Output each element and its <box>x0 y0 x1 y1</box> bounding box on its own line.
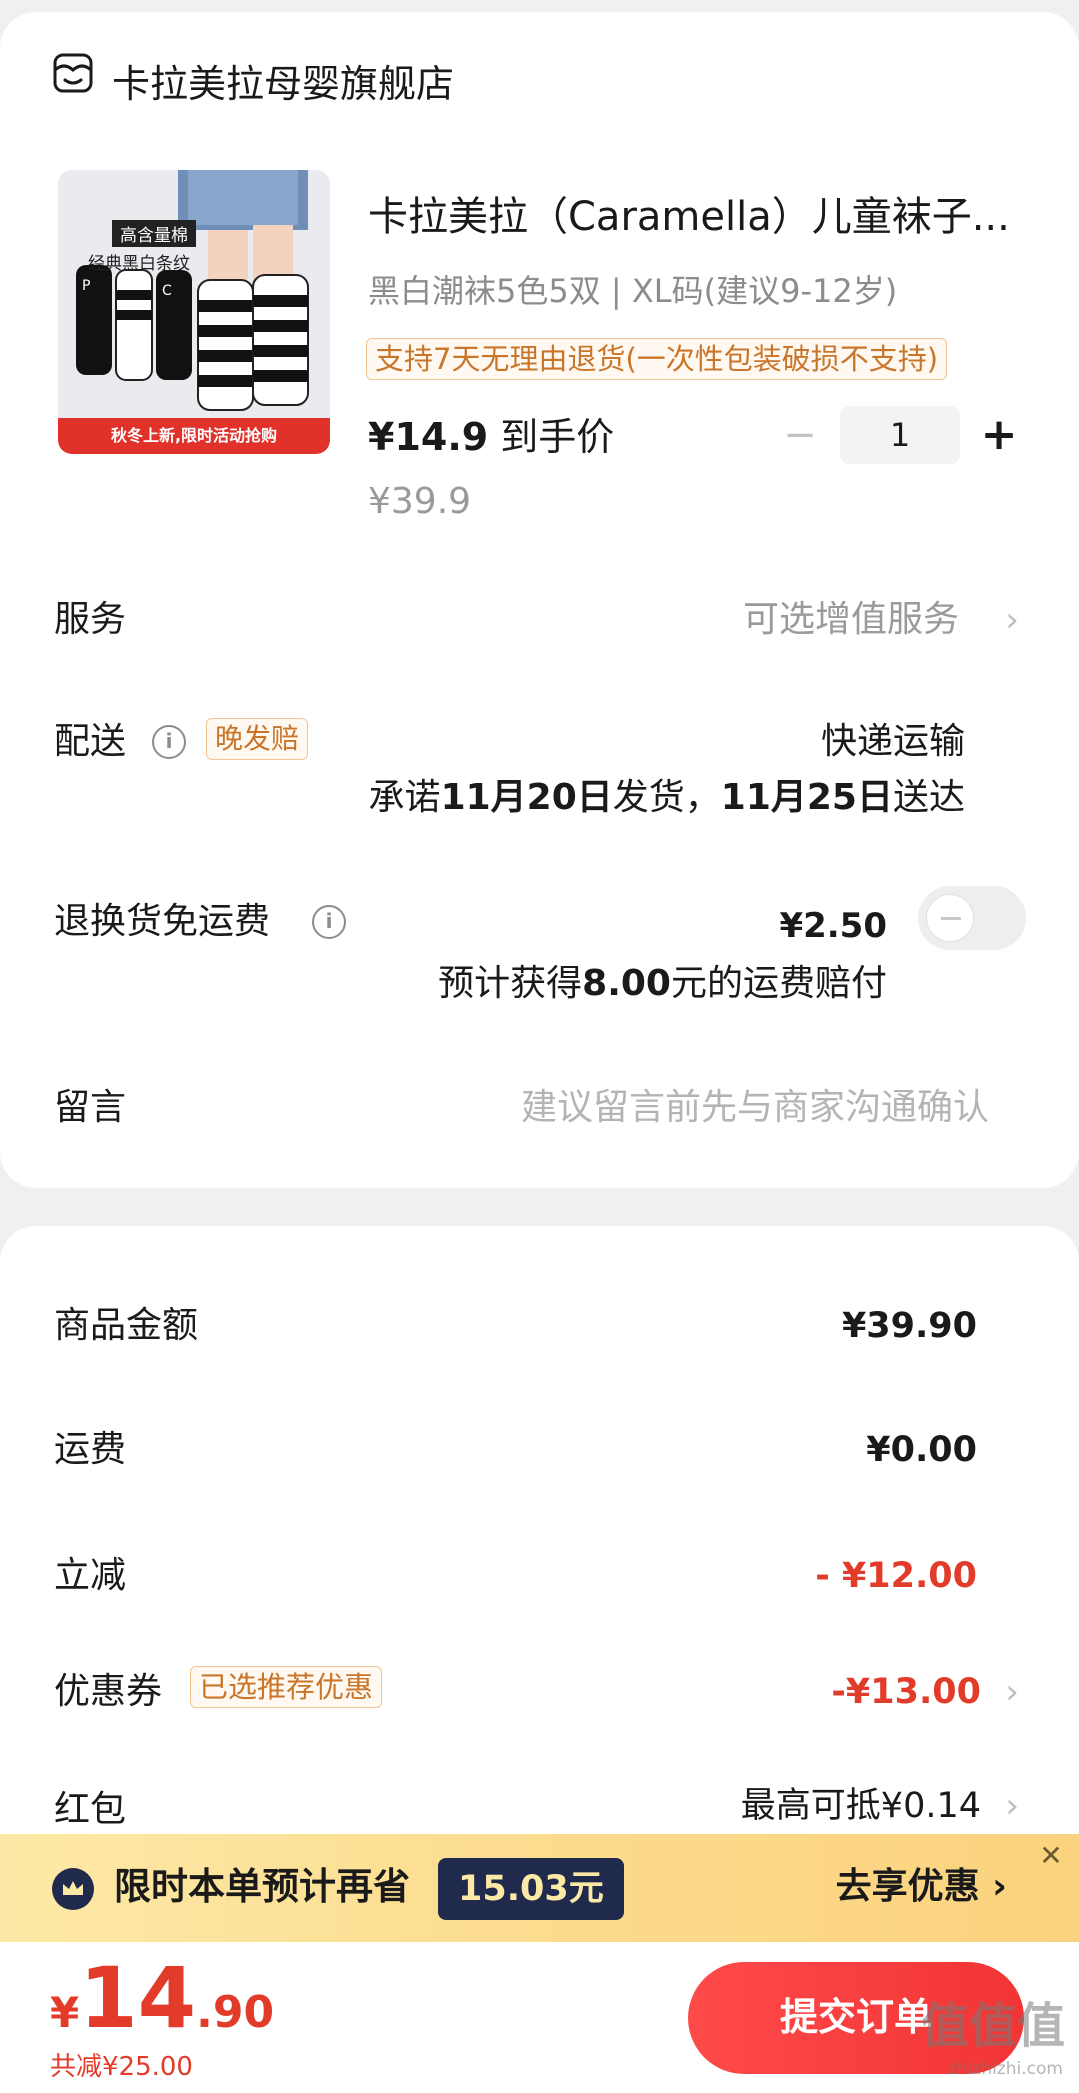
socks-illustration: P C <box>58 170 330 454</box>
total-currency: ¥ <box>50 1988 80 2037</box>
shop-name[interactable]: 卡拉美拉母婴旗舰店 <box>112 60 454 108</box>
product-image[interactable]: P C 高含量棉 经典黑白条纹 秋冬上新,限时活动抢购 <box>58 170 330 454</box>
shipping-method: 快递运输 <box>820 721 965 762</box>
promo-cta-label: 去享优惠 <box>835 1866 980 1907</box>
ship-date: 11月20日 <box>440 777 613 818</box>
promo-text: 限时本单预计再省 <box>114 1865 410 1908</box>
red-packet-value[interactable]: 最高可抵¥0.14 <box>741 1782 981 1830</box>
goods-amount-label: 商品金额 <box>54 1305 199 1346</box>
watermark: 值值值 <box>920 1998 1065 2054</box>
price-row: ¥14.9 到手价 <box>368 412 614 462</box>
order-item-card: 卡拉美拉母婴旗舰店 P C 高含量棉 经典黑白条纹 秋冬上新,限时活动抢购 卡拉… <box>0 12 1079 1188</box>
chevron-right-icon[interactable]: › <box>1005 1782 1019 1830</box>
svg-text:P: P <box>82 278 90 294</box>
close-icon[interactable]: ✕ <box>1029 1834 1073 1878</box>
coupon-badge: 已选推荐优惠 <box>190 1666 383 1708</box>
shipping-fee-label: 运费 <box>54 1429 127 1470</box>
return-shipping-price: ¥2.50 <box>779 906 887 946</box>
toggle-knob <box>926 894 974 942</box>
image-tag-1: 高含量棉 <box>112 220 196 247</box>
promise-suffix: 送达 <box>892 777 965 818</box>
total-price: ¥14.90 <box>50 1950 274 2046</box>
shipping-promise: 承诺11月20日发货，11月25日送达 <box>369 774 965 822</box>
comp-prefix: 预计获得 <box>438 963 583 1004</box>
original-price: ¥39.9 <box>368 481 472 522</box>
price-suffix: 到手价 <box>500 415 615 459</box>
image-tag: 高含量棉 经典黑白条纹 <box>88 220 196 274</box>
product-price: ¥14.9 <box>368 415 489 459</box>
return-policy-badge: 支持7天无理由退货(一次性包装破损不支持) <box>366 338 948 380</box>
total-saved: 共减¥25.00 <box>50 2052 193 2082</box>
instant-discount-value: - ¥12.00 <box>815 1556 977 1596</box>
service-label: 服务 <box>54 599 127 640</box>
watermark-sub: zhizhizhi.com <box>948 2059 1063 2079</box>
promo-amount: 15.03元 <box>438 1858 624 1920</box>
shop-icon <box>53 53 93 93</box>
total-decimal: .90 <box>196 1987 275 2038</box>
total-integer: 14 <box>79 1949 197 2047</box>
checkout-bar: ¥14.90 共减¥25.00 提交订单 值值值 zhizhizhi.com <box>0 1942 1079 2093</box>
chevron-right-icon[interactable]: › <box>1005 1668 1019 1716</box>
service-value[interactable]: 可选增值服务 <box>743 596 959 644</box>
info-icon[interactable]: i <box>312 905 346 939</box>
message-label: 留言 <box>54 1087 127 1128</box>
shipping-fee-value: ¥0.00 <box>866 1430 977 1470</box>
coupon-value[interactable]: -¥13.00 <box>831 1668 981 1716</box>
promise-mid: 发货， <box>612 777 721 818</box>
chevron-right-icon: › <box>992 1866 1007 1907</box>
comp-suffix: 元的运费赔付 <box>670 963 887 1004</box>
promise-prefix: 承诺 <box>368 777 441 818</box>
return-shipping-toggle[interactable] <box>918 886 1026 950</box>
red-packet-label: 红包 <box>54 1789 127 1830</box>
svg-text:C: C <box>162 283 172 299</box>
comp-amount: 8.00 <box>582 963 671 1004</box>
instant-discount-label: 立减 <box>54 1555 127 1596</box>
late-compensation-badge: 晚发赔 <box>206 718 309 760</box>
quantity-decrease-button[interactable]: − <box>780 410 820 460</box>
chevron-right-icon[interactable]: › <box>1005 596 1019 644</box>
product-spec[interactable]: 黑白潮袜5色5双 | XL码(建议9-12岁) <box>368 270 897 312</box>
image-tag-2: 经典黑白条纹 <box>88 254 190 274</box>
crown-icon <box>52 1868 94 1910</box>
return-compensation: 预计获得8.00元的运费赔付 <box>438 960 887 1008</box>
delivery-label: 配送 <box>54 721 127 762</box>
quantity-input[interactable]: 1 <box>840 406 960 464</box>
product-title[interactable]: 卡拉美拉（Caramella）儿童袜子... <box>368 192 1028 242</box>
image-banner: 秋冬上新,限时活动抢购 <box>58 418 330 454</box>
info-icon[interactable]: i <box>152 725 186 759</box>
coupon-label: 优惠券 <box>54 1671 163 1712</box>
return-shipping-label: 退换货免运费 <box>54 901 271 942</box>
quantity-increase-button[interactable]: + <box>978 408 1020 462</box>
promo-cta[interactable]: 去享优惠 › <box>836 1862 1007 1912</box>
message-input[interactable]: 建议留言前先与商家沟通确认 <box>521 1084 989 1132</box>
goods-amount-value: ¥39.90 <box>841 1306 977 1346</box>
promo-bar[interactable]: 限时本单预计再省 15.03元 去享优惠 › ✕ <box>0 1834 1079 1942</box>
arrive-date: 11月25日 <box>720 777 893 818</box>
